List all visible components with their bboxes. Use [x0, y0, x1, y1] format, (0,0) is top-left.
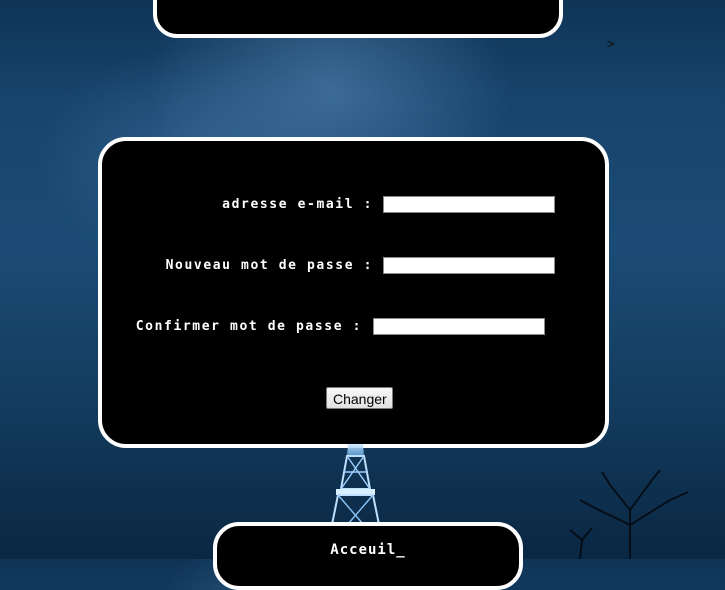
- password-change-form: adresse e-mail : Nouveau mot de passe : …: [98, 137, 609, 448]
- change-button[interactable]: Changer: [326, 387, 393, 409]
- email-label: adresse e-mail :: [222, 197, 373, 212]
- new-password-label: Nouveau mot de passe :: [165, 258, 373, 273]
- tree-silhouette-background: [569, 470, 689, 559]
- footer-panel: Acceuil_: [213, 522, 523, 590]
- confirm-password-label: Confirmer mot de passe :: [135, 319, 362, 334]
- new-password-field[interactable]: [383, 257, 555, 274]
- home-link[interactable]: Acceuil_: [217, 542, 519, 558]
- confirm-password-field[interactable]: [373, 318, 545, 335]
- cursor-glyph: >: [607, 37, 615, 52]
- top-panel: [153, 0, 563, 38]
- email-field[interactable]: [383, 196, 555, 213]
